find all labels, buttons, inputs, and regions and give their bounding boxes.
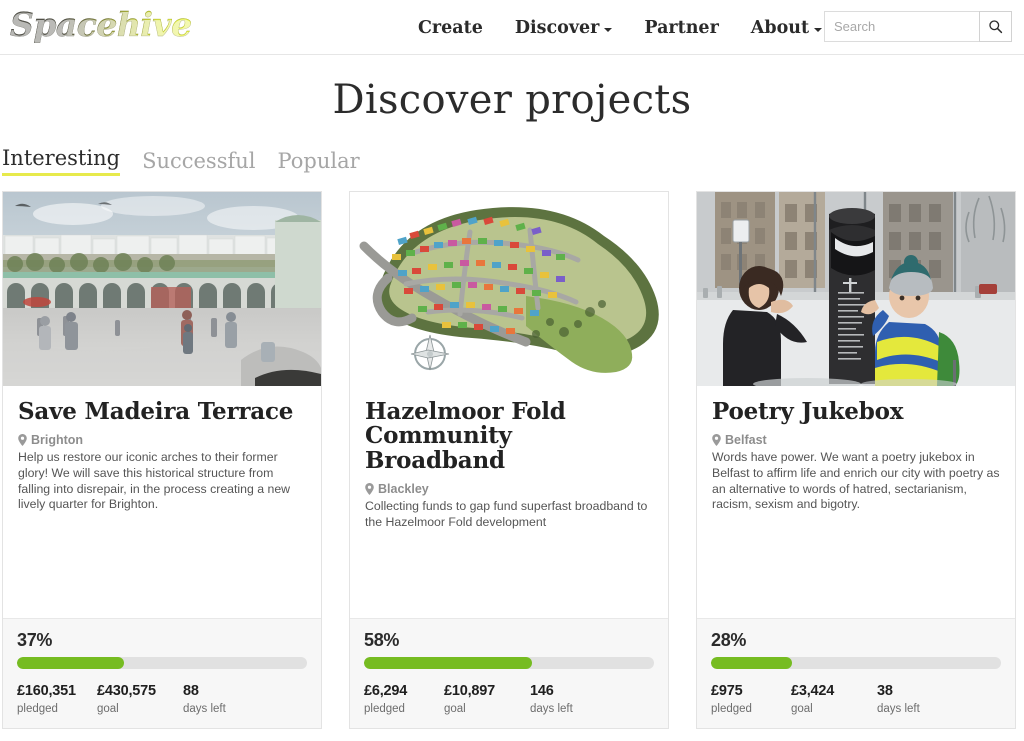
stat-pledged: £160,351 pledged [17, 682, 97, 715]
tab-successful[interactable]: Successful [142, 151, 255, 176]
funding-percent: 28% [711, 630, 747, 651]
tab-popular[interactable]: Popular [278, 151, 360, 176]
funding-percent: 37% [17, 630, 53, 651]
stat-value: £6,294 [364, 683, 408, 700]
stat-value: £160,351 [17, 683, 76, 700]
stat-row: £6,294 pledged £10,897 goal 146 days lef… [364, 682, 654, 715]
search-bar [824, 11, 1012, 42]
location-name: Brighton [31, 433, 84, 448]
stat-row: £160,351 pledged £430,575 goal 88 days l… [17, 682, 307, 715]
stat-value: 146 [530, 683, 554, 700]
nav-item-about[interactable]: About [750, 17, 823, 38]
chevron-down-icon [814, 27, 823, 32]
stat-value: £975 [711, 683, 743, 700]
progress-bar [364, 657, 654, 670]
nav-item-partner[interactable]: Partner [644, 18, 718, 38]
nav-label: About [750, 17, 810, 38]
map-pin-icon [18, 434, 27, 447]
stat-value: £430,575 [97, 683, 156, 700]
project-title: Hazelmoor Fold Community Broadband [365, 398, 566, 474]
stat-label: pledged [364, 703, 405, 715]
search-button[interactable] [979, 11, 1012, 42]
stat-row: £975 pledged £3,424 goal 38 days left [711, 682, 1001, 715]
jukebox-column [829, 208, 875, 384]
search-icon [989, 20, 1003, 34]
project-card[interactable]: Poetry Jukebox Belfast Words have power.… [696, 191, 1016, 729]
project-stats: 37% £160,351 pledged £430,575 goal 88 da… [3, 618, 321, 728]
stat-days-left: 38 days left [877, 682, 920, 715]
stat-value: 38 [877, 683, 893, 700]
main-navigation: Create Discover Partner About [418, 0, 823, 55]
progress-bar-fill [711, 657, 793, 670]
nav-label: Create [418, 17, 483, 38]
progress-bar [17, 657, 307, 670]
poetry-jukebox-photo [697, 192, 1015, 386]
project-location: Belfast [712, 433, 1000, 447]
project-stats: 28% £975 pledged £3,424 goal 38 days lef… [697, 618, 1015, 728]
project-image-poetry-jukebox[interactable] [697, 192, 1015, 386]
page-title: Discover projects [332, 77, 692, 123]
seafront-arches-rendering [3, 192, 321, 386]
tab-interesting[interactable]: Interesting [2, 148, 121, 176]
project-title: Save Madeira Terrace [18, 398, 294, 425]
stat-pledged: £975 pledged [711, 682, 791, 715]
project-description: Words have power. We want a poetry jukeb… [712, 450, 1000, 512]
stat-pledged: £6,294 pledged [364, 682, 444, 715]
project-description: Collecting funds to gap fund superfast b… [365, 499, 648, 529]
progress-bar [711, 657, 1001, 670]
project-title: Poetry Jukebox [712, 398, 904, 425]
stat-days-left: 146 days left [530, 682, 573, 715]
project-card-grid: Save Madeira Terrace Brighton Help us re… [0, 191, 1024, 729]
stat-days-left: 88 days left [183, 682, 226, 715]
stat-label: pledged [711, 703, 752, 715]
nav-item-create[interactable]: Create [418, 18, 483, 38]
stat-label: days left [877, 703, 920, 715]
nav-label: Partner [644, 17, 719, 38]
project-card-body: Save Madeira Terrace Brighton Help us re… [3, 386, 321, 618]
stat-label: goal [791, 703, 813, 715]
project-stats: 58% £6,294 pledged £10,897 goal 146 days… [350, 618, 668, 728]
stat-value: £3,424 [791, 683, 835, 700]
map-pin-icon [365, 483, 374, 496]
project-filter-tabs: Interesting Successful Popular [0, 144, 1024, 176]
stat-value: £10,897 [444, 683, 496, 700]
progress-bar-fill [17, 657, 125, 670]
stat-goal: £10,897 goal [444, 682, 530, 715]
stat-label: pledged [17, 703, 58, 715]
site-logo[interactable]: Spacehive [4, 2, 192, 50]
project-description: Help us restore our iconic arches to the… [18, 450, 291, 512]
stat-goal: £430,575 goal [97, 682, 183, 715]
progress-bar-fill [364, 657, 533, 670]
project-card-body: Hazelmoor Fold Community Broadband Black… [350, 386, 668, 618]
project-card-body: Poetry Jukebox Belfast Words have power.… [697, 386, 1015, 618]
logo-text: Spacehive [4, 5, 192, 44]
stat-label: goal [444, 703, 466, 715]
location-name: Belfast [725, 433, 767, 448]
project-image-hazelmoor-fold-community-broadband[interactable] [350, 192, 668, 386]
map-pin-icon [712, 434, 721, 447]
funding-percent: 58% [364, 630, 400, 651]
project-card[interactable]: Hazelmoor Fold Community Broadband Black… [349, 191, 669, 729]
site-header: Spacehive Create Discover Partner About [0, 0, 1024, 55]
nav-item-discover[interactable]: Discover [515, 18, 613, 38]
stat-label: goal [97, 703, 119, 715]
stat-value: 88 [183, 683, 199, 700]
search-input[interactable] [824, 11, 979, 42]
stat-label: days left [183, 703, 226, 715]
project-image-save-madeira-terrace[interactable] [3, 192, 321, 386]
nav-label: Discover [514, 17, 600, 38]
project-location: Blackley [365, 482, 653, 496]
stat-goal: £3,424 goal [791, 682, 877, 715]
project-location: Brighton [18, 433, 306, 447]
project-card[interactable]: Save Madeira Terrace Brighton Help us re… [2, 191, 322, 729]
stat-label: days left [530, 703, 573, 715]
location-name: Blackley [378, 482, 429, 497]
site-plan-aerial-illustration [350, 192, 668, 386]
chevron-down-icon [604, 27, 613, 32]
